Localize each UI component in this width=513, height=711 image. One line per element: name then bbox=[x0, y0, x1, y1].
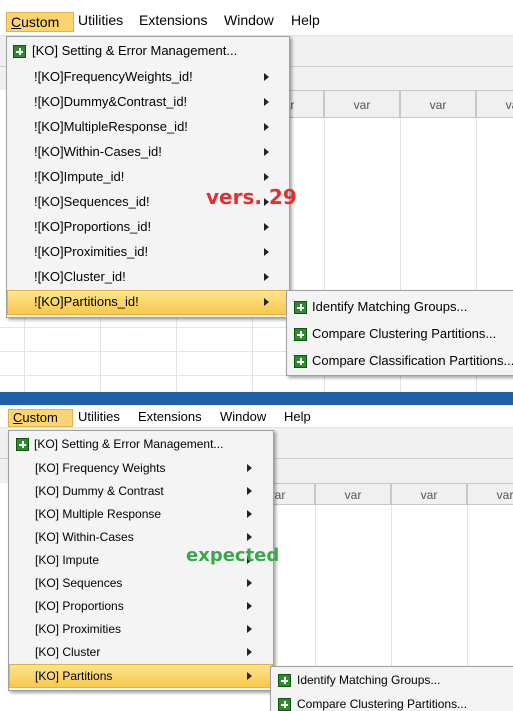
chevron-right-icon bbox=[247, 579, 252, 587]
partitions-submenu: Identify Matching Groups... Compare Clus… bbox=[270, 666, 513, 711]
submenu-item-identify-matching-groups[interactable]: Identify Matching Groups... bbox=[287, 294, 513, 320]
menu-item-cluster[interactable]: ![KO]Cluster_id! bbox=[7, 265, 289, 290]
chevron-right-icon bbox=[247, 672, 252, 680]
menu-item-cluster[interactable]: [KO] Cluster bbox=[9, 641, 273, 664]
menu-bar: Custom Utilities Extensions Window Help bbox=[0, 0, 513, 36]
submenu-item-compare-classification[interactable]: Compare Classification Partitions... bbox=[287, 348, 513, 374]
grid-line bbox=[24, 318, 25, 392]
plus-icon bbox=[16, 438, 29, 451]
chevron-right-icon bbox=[264, 223, 269, 231]
plus-icon bbox=[294, 328, 307, 341]
menu-custom[interactable]: Custom bbox=[6, 12, 75, 32]
column-header[interactable]: var bbox=[467, 483, 513, 505]
chevron-right-icon bbox=[264, 123, 269, 131]
chevron-right-icon bbox=[264, 173, 269, 181]
chevron-right-icon bbox=[247, 625, 252, 633]
submenu-item-compare-clustering[interactable]: Compare Clustering Partitions... bbox=[271, 693, 513, 711]
expected-overlay-label: expected bbox=[186, 545, 280, 566]
menu-item-frequency-weights[interactable]: ![KO]FrequencyWeights_id! bbox=[7, 65, 289, 90]
menu-utilities[interactable]: Utilities bbox=[78, 409, 120, 425]
grid-line bbox=[176, 318, 177, 392]
menu-extensions[interactable]: Extensions bbox=[138, 409, 202, 425]
chevron-right-icon bbox=[247, 533, 252, 541]
submenu-item-compare-clustering[interactable]: Compare Clustering Partitions... bbox=[287, 321, 513, 347]
grid-line bbox=[252, 318, 253, 392]
menu-extensions[interactable]: Extensions bbox=[139, 12, 207, 28]
plus-icon bbox=[13, 45, 26, 58]
chevron-right-icon bbox=[247, 487, 252, 495]
menu-item-multiple-response[interactable]: [KO] Multiple Response bbox=[9, 503, 273, 526]
plus-icon bbox=[278, 698, 291, 711]
chevron-right-icon bbox=[264, 248, 269, 256]
column-header[interactable]: var bbox=[324, 90, 400, 118]
chevron-right-icon bbox=[247, 648, 252, 656]
column-header[interactable]: var bbox=[391, 483, 467, 505]
chevron-right-icon bbox=[247, 510, 252, 518]
menu-bar: Custom Utilities Extensions Window Help bbox=[0, 405, 513, 428]
menu-item-dummy-contrast[interactable]: ![KO]Dummy&Contrast_id! bbox=[7, 90, 289, 115]
chevron-right-icon bbox=[264, 98, 269, 106]
submenu-item-identify-matching-groups[interactable]: Identify Matching Groups... bbox=[271, 669, 513, 691]
menu-item-sequences[interactable]: [KO] Sequences bbox=[9, 572, 273, 595]
chevron-right-icon bbox=[264, 148, 269, 156]
plus-icon bbox=[278, 674, 291, 687]
chevron-right-icon bbox=[264, 298, 269, 306]
menu-item-frequency-weights[interactable]: [KO] Frequency Weights bbox=[9, 457, 273, 480]
menu-item-proportions[interactable]: ![KO]Proportions_id! bbox=[7, 215, 289, 240]
top-screenshot: Custom Utilities Extensions Window Help … bbox=[0, 0, 513, 392]
menu-window[interactable]: Window bbox=[220, 409, 266, 425]
plus-icon bbox=[294, 301, 307, 314]
chevron-right-icon bbox=[264, 73, 269, 81]
bottom-screenshot: Custom Utilities Extensions Window Help … bbox=[0, 405, 513, 711]
menu-help[interactable]: Help bbox=[284, 409, 311, 425]
grid-line bbox=[100, 318, 101, 392]
menu-item-dummy-contrast[interactable]: [KO] Dummy & Contrast bbox=[9, 480, 273, 503]
chevron-right-icon bbox=[264, 273, 269, 281]
menu-item-setting-error[interactable]: [KO] Setting & Error Management... bbox=[7, 39, 289, 63]
menu-item-within-cases[interactable]: ![KO]Within-Cases_id! bbox=[7, 140, 289, 165]
plus-icon bbox=[294, 355, 307, 368]
menu-item-proportions[interactable]: [KO] Proportions bbox=[9, 595, 273, 618]
menu-item-partitions[interactable]: ![KO]Partitions_id! bbox=[7, 290, 289, 315]
custom-dropdown-menu: [KO] Setting & Error Management... ![KO]… bbox=[6, 36, 290, 318]
menu-item-partitions[interactable]: [KO] Partitions bbox=[9, 664, 273, 688]
menu-item-proximities[interactable]: [KO] Proximities bbox=[9, 618, 273, 641]
chevron-right-icon bbox=[247, 464, 252, 472]
menu-custom[interactable]: Custom bbox=[8, 409, 73, 427]
menu-window[interactable]: Window bbox=[224, 12, 274, 28]
chevron-right-icon bbox=[247, 602, 252, 610]
version-overlay-label: vers. 29 bbox=[206, 185, 297, 209]
menu-help[interactable]: Help bbox=[291, 12, 320, 28]
column-header[interactable]: var bbox=[400, 90, 476, 118]
column-header[interactable]: var bbox=[476, 90, 513, 118]
partitions-submenu: Identify Matching Groups... Compare Clus… bbox=[286, 290, 513, 376]
menu-item-setting-error[interactable]: [KO] Setting & Error Management... bbox=[9, 433, 273, 456]
menu-item-multiple-response[interactable]: ![KO]MultipleResponse_id! bbox=[7, 115, 289, 140]
column-header[interactable]: var bbox=[315, 483, 391, 505]
menu-item-proximities[interactable]: ![KO]Proximities_id! bbox=[7, 240, 289, 265]
menu-utilities[interactable]: Utilities bbox=[78, 12, 123, 28]
separator-bar bbox=[0, 392, 513, 405]
